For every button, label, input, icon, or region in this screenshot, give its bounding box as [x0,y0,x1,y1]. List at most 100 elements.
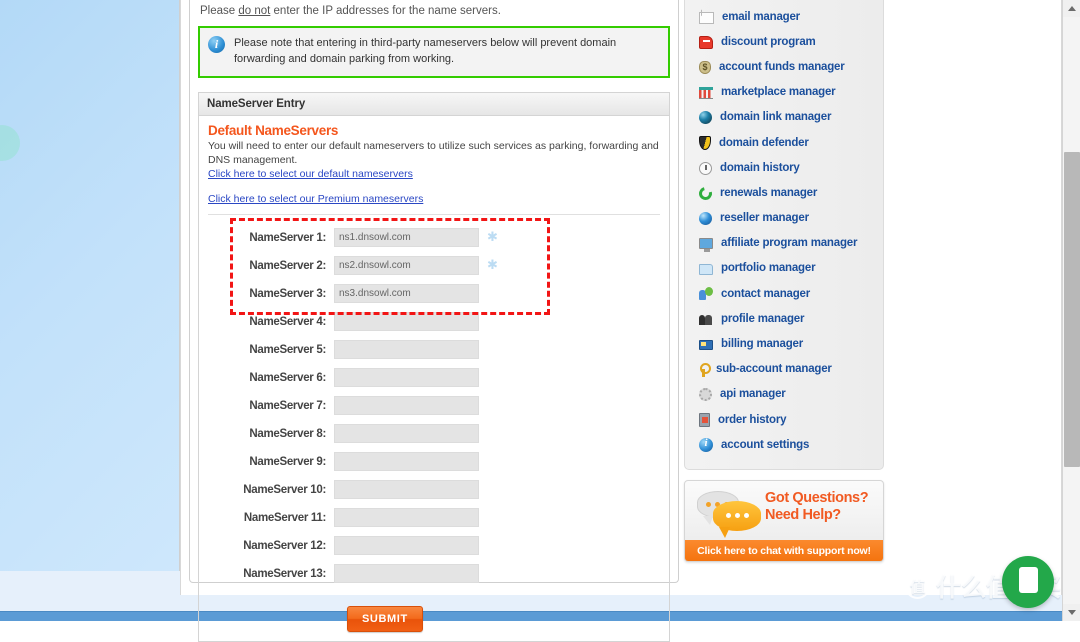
sidebar-item-label: account funds manager [719,60,845,73]
vertical-scrollbar[interactable] [1062,0,1080,621]
mobile-app-float-button[interactable] [1002,556,1054,608]
nameserver-label: NameServer 5: [249,343,326,356]
intro-prefix: Please [200,5,239,17]
nameserver-row: NameServer 8: [208,420,660,448]
nameserver-input-13[interactable] [334,564,479,584]
intro-suffix: enter the IP addresses for the name serv… [270,5,501,17]
sidebar-item-marketplace-manager[interactable]: marketplace manager [685,80,883,105]
sidebar-item-account-settings[interactable]: account settings [685,432,883,457]
nameserver-input-6[interactable] [334,368,479,388]
sidebar-item-discount-program[interactable]: discount program [685,29,883,54]
nameserver-row: NameServer 7: [208,392,660,420]
sidebar-item-domain-defender[interactable]: domain defender [685,130,883,155]
nameserver-label: NameServer 7: [249,399,326,412]
asterisk-placeholder [487,289,496,298]
sidebar-item-label: contact manager [721,287,811,300]
asterisk-placeholder [487,401,496,410]
sidebar-item-label: email manager [722,10,800,23]
scrollbar-thumb[interactable] [1064,152,1080,467]
nameserver-row: NameServer 4: [208,308,660,336]
sidebar-item-renewals-manager[interactable]: renewals manager [685,180,883,205]
sidebar-item-label: marketplace manager [721,86,836,99]
sidebar-item-label: renewals manager [720,186,818,199]
sidebar-item-portfolio-manager[interactable]: portfolio manager [685,256,883,281]
chat-cta-button[interactable]: Click here to chat with support now! [685,540,883,561]
nameserver-row: NameServer 13: [208,560,660,588]
scroll-up-arrow-icon[interactable] [1063,0,1080,17]
default-nameservers-description: You will need to enter our default names… [208,139,659,167]
nameserver-label: NameServer 6: [249,371,326,384]
select-default-nameservers-link[interactable]: Click here to select our default nameser… [208,167,660,183]
nameserver-row: NameServer 5: [208,336,660,364]
sidebar-item-label: account settings [721,438,810,451]
sidebar-item-label: portfolio manager [721,262,816,275]
sidebar-item-domain-history[interactable]: domain history [685,155,883,180]
asterisk-placeholder [487,429,496,438]
notice-text: Please note that entering in third-party… [234,37,617,65]
required-asterisk: ✱ [487,258,498,274]
people-icon [699,314,713,326]
nameserver-row: NameServer 10: [208,476,660,504]
intro-emphasis: do not [238,5,271,17]
nameserver-input-12[interactable] [334,536,479,556]
sidebar-item-email-manager[interactable]: email manager [685,4,883,29]
sidebar-item-account-funds-manager[interactable]: account funds manager [685,54,883,79]
intro-instruction: Please do not enter the IP addresses for… [198,0,670,26]
sidebar-item-order-history[interactable]: order history [685,407,883,432]
order-doc-icon [699,413,710,428]
nameserver-input-7[interactable] [334,396,479,416]
clock-icon [699,161,712,175]
mail-icon [699,11,714,24]
sidebar-item-contact-manager[interactable]: contact manager [685,281,883,306]
section-header: NameServer Entry [199,92,669,116]
sidebar-item-billing-manager[interactable]: billing manager [685,331,883,356]
chat-banner-title: Got Questions? Need Help? [765,490,869,524]
sidebar-item-affiliate-program-manager[interactable]: affiliate program manager [685,231,883,256]
refresh-icon [696,184,715,203]
left-background-pane [0,0,180,611]
key-icon [699,362,711,377]
money-bag-icon [699,60,711,74]
decorative-teal-circle [0,125,20,161]
credit-card-icon [699,340,713,351]
sidebar-item-reseller-manager[interactable]: reseller manager [685,206,883,231]
shop-icon [699,87,713,100]
nameserver-entry-section: NameServer Entry Default NameServers You… [198,91,670,642]
nameserver-row: NameServer 2: ✱ [208,252,660,280]
nameserver-input-2[interactable] [334,256,479,276]
submit-button[interactable]: SUBMIT [347,605,423,632]
sidebar-item-label: reseller manager [720,212,809,225]
default-nameservers-title: Default NameServers [208,122,339,138]
nameserver-input-1[interactable] [334,228,479,248]
nameserver-input-9[interactable] [334,452,479,472]
sidebar-item-label: domain history [720,161,800,174]
required-asterisk: ✱ [487,230,498,246]
globe-icon [699,111,712,125]
sidebar-item-domain-link-manager[interactable]: domain link manager [685,105,883,130]
nameserver-row: NameServer 1: ✱ [208,224,660,252]
nameserver-input-3[interactable] [334,284,479,304]
nameserver-input-5[interactable] [334,340,479,360]
select-premium-nameservers-link[interactable]: Click here to select our Premium nameser… [208,192,660,208]
section-body: Default NameServers You will need to ent… [199,116,669,641]
sidebar-item-label: order history [718,413,787,426]
nameserver-input-8[interactable] [334,424,479,444]
nameserver-label: NameServer 4: [249,315,326,328]
asterisk-placeholder [487,569,496,578]
sidebar-item-label: domain link manager [720,111,832,124]
nameserver-input-11[interactable] [334,508,479,528]
sidebar-item-api-manager[interactable]: api manager [685,382,883,407]
scroll-down-arrow-icon[interactable] [1063,604,1080,621]
sidebar-item-sub-account-manager[interactable]: sub-account manager [685,357,883,382]
nameserver-input-4[interactable] [334,312,479,332]
contact-card-icon [699,287,713,301]
sidebar-item-profile-manager[interactable]: profile manager [685,306,883,331]
nameserver-row: NameServer 12: [208,532,660,560]
speech-bubble-orange-dots [726,513,749,518]
sidebar-item-label: affiliate program manager [721,237,858,250]
asterisk-placeholder [487,317,496,326]
support-chat-banner[interactable]: Got Questions? Need Help? Click here to … [684,480,884,562]
info-circle-icon [699,437,713,453]
third-party-nameserver-notice: i Please note that entering in third-par… [198,26,670,78]
nameserver-input-10[interactable] [334,480,479,500]
